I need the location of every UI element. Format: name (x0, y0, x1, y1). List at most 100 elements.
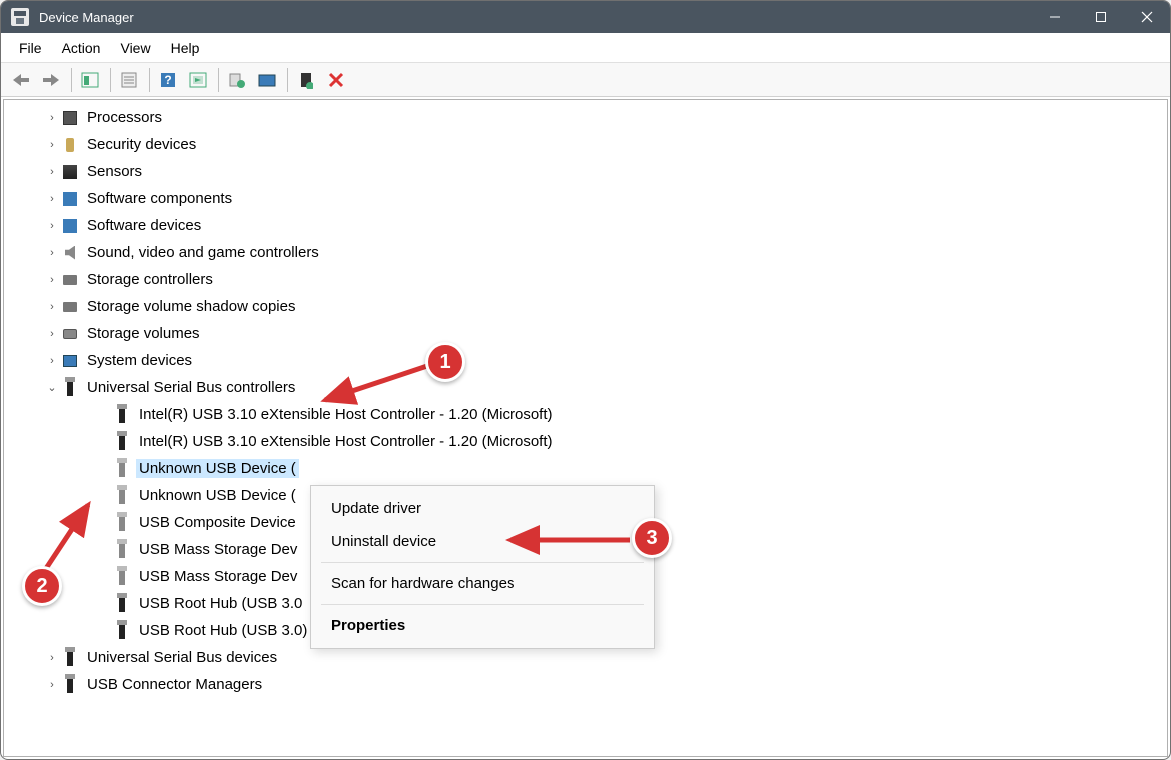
storage-icon (60, 298, 80, 316)
usb-icon (60, 379, 80, 397)
expander-icon[interactable]: › (44, 220, 60, 232)
back-button[interactable] (7, 66, 35, 94)
toolbar-separator (218, 68, 219, 92)
cm-scan-hardware[interactable]: Scan for hardware changes (311, 567, 654, 600)
tree-item-label: Sensors (84, 162, 145, 181)
key-icon (60, 136, 80, 154)
toolbar-separator (149, 68, 150, 92)
tree-item-label: USB Root Hub (USB 3.0) (136, 621, 310, 640)
toolbar: ? (1, 63, 1170, 97)
tree-row[interactable]: Intel(R) USB 3.10 eXtensible Host Contro… (4, 401, 1167, 428)
tree-row[interactable]: › Storage controllers (4, 266, 1167, 293)
disable-device-button[interactable] (322, 66, 350, 94)
expander-icon[interactable]: › (44, 274, 60, 286)
tree-item-label: Storage volume shadow copies (84, 297, 298, 316)
device-manager-icon (11, 8, 29, 26)
disk-icon (60, 325, 80, 343)
tree-item-label: USB Mass Storage Dev (136, 540, 300, 559)
storage-icon (60, 271, 80, 289)
window-controls (1032, 1, 1170, 33)
tree-row[interactable]: › Security devices (4, 131, 1167, 158)
properties-button[interactable] (115, 66, 143, 94)
tree-row[interactable]: ›Software devices (4, 212, 1167, 239)
expander-icon[interactable]: › (44, 679, 60, 691)
tree-row[interactable]: › Storage volumes (4, 320, 1167, 347)
badge-3: 3 (632, 518, 672, 558)
usb-icon (112, 622, 132, 640)
badge-1: 1 (425, 342, 465, 382)
minimize-button[interactable] (1032, 1, 1078, 33)
cm-update-driver[interactable]: Update driver (311, 492, 654, 525)
forward-button[interactable] (37, 66, 65, 94)
sound-icon (60, 244, 80, 262)
usb-g-icon (112, 514, 132, 532)
expander-icon[interactable]: › (44, 247, 60, 259)
tree-row[interactable]: › Processors (4, 104, 1167, 131)
expander-icon[interactable]: › (44, 355, 60, 367)
context-menu: Update driver Uninstall device Scan for … (310, 485, 655, 649)
menu-help[interactable]: Help (161, 36, 210, 60)
tree-row[interactable]: › Sensors (4, 158, 1167, 185)
tree-row[interactable]: › System devices (4, 347, 1167, 374)
close-button[interactable] (1124, 1, 1170, 33)
usb-icon (60, 649, 80, 667)
expander-icon[interactable]: › (44, 193, 60, 205)
toolbar-separator (110, 68, 111, 92)
sw-icon (60, 217, 80, 235)
expander-icon[interactable]: ⌄ (44, 381, 60, 394)
usb-g-icon (112, 487, 132, 505)
tree-item-label: Storage controllers (84, 270, 216, 289)
show-hide-tree-button[interactable] (76, 66, 104, 94)
expander-icon[interactable]: › (44, 166, 60, 178)
tree-item-label: Security devices (84, 135, 199, 154)
expander-icon[interactable]: › (44, 139, 60, 151)
toolbar-separator (71, 68, 72, 92)
tree-item-label: Unknown USB Device ( (136, 486, 299, 505)
window-title: Device Manager (39, 10, 1032, 25)
menu-action[interactable]: Action (52, 36, 111, 60)
tree-item-label: Universal Serial Bus controllers (84, 378, 298, 397)
expander-icon[interactable]: › (44, 301, 60, 313)
menu-view[interactable]: View (110, 36, 160, 60)
tree-item-label: Processors (84, 108, 165, 127)
maximize-button[interactable] (1078, 1, 1124, 33)
tree-item-label: Intel(R) USB 3.10 eXtensible Host Contro… (136, 405, 556, 424)
expander-icon[interactable]: › (44, 328, 60, 340)
usb-g-icon (112, 460, 132, 478)
tree-item-label: USB Root Hub (USB 3.0 (136, 594, 305, 613)
tree-item-label: Software components (84, 189, 235, 208)
cm-uninstall-device[interactable]: Uninstall device (311, 525, 654, 558)
tree-item-label: Storage volumes (84, 324, 203, 343)
device-tree[interactable]: ›Processors›Security devices›Sensors›Sof… (4, 100, 1167, 756)
tree-item-label: Sound, video and game controllers (84, 243, 322, 262)
menubar: File Action View Help (1, 33, 1170, 63)
uninstall-button[interactable] (253, 66, 281, 94)
sw-icon (60, 190, 80, 208)
usb-icon (112, 406, 132, 424)
scan-button[interactable] (184, 66, 212, 94)
usb-icon (60, 676, 80, 694)
tree-row[interactable]: › Software components (4, 185, 1167, 212)
chip-icon (60, 109, 80, 127)
tree-row[interactable]: Unknown USB Device ( (4, 455, 1167, 482)
usb-icon (112, 595, 132, 613)
usb-g-icon (112, 568, 132, 586)
tree-row[interactable]: Intel(R) USB 3.10 eXtensible Host Contro… (4, 428, 1167, 455)
titlebar[interactable]: Device Manager (1, 1, 1170, 33)
expander-icon[interactable]: › (44, 652, 60, 664)
tree-item-label: Intel(R) USB 3.10 eXtensible Host Contro… (136, 432, 556, 451)
expander-icon[interactable]: › (44, 112, 60, 124)
tree-row[interactable]: › Storage volume shadow copies (4, 293, 1167, 320)
tree-row[interactable]: › USB Connector Managers (4, 671, 1167, 698)
tree-row[interactable]: › Sound, video and game controllers (4, 239, 1167, 266)
help-button[interactable]: ? (154, 66, 182, 94)
update-driver-button[interactable] (223, 66, 251, 94)
tree-item-label: USB Connector Managers (84, 675, 265, 694)
toolbar-separator (287, 68, 288, 92)
tree-row[interactable]: ⌄ Universal Serial Bus controllers (4, 374, 1167, 401)
cm-properties[interactable]: Properties (311, 609, 654, 642)
tree-item-label: System devices (84, 351, 195, 370)
menu-file[interactable]: File (9, 36, 52, 60)
enable-device-button[interactable] (292, 66, 320, 94)
usb-g-icon (112, 541, 132, 559)
